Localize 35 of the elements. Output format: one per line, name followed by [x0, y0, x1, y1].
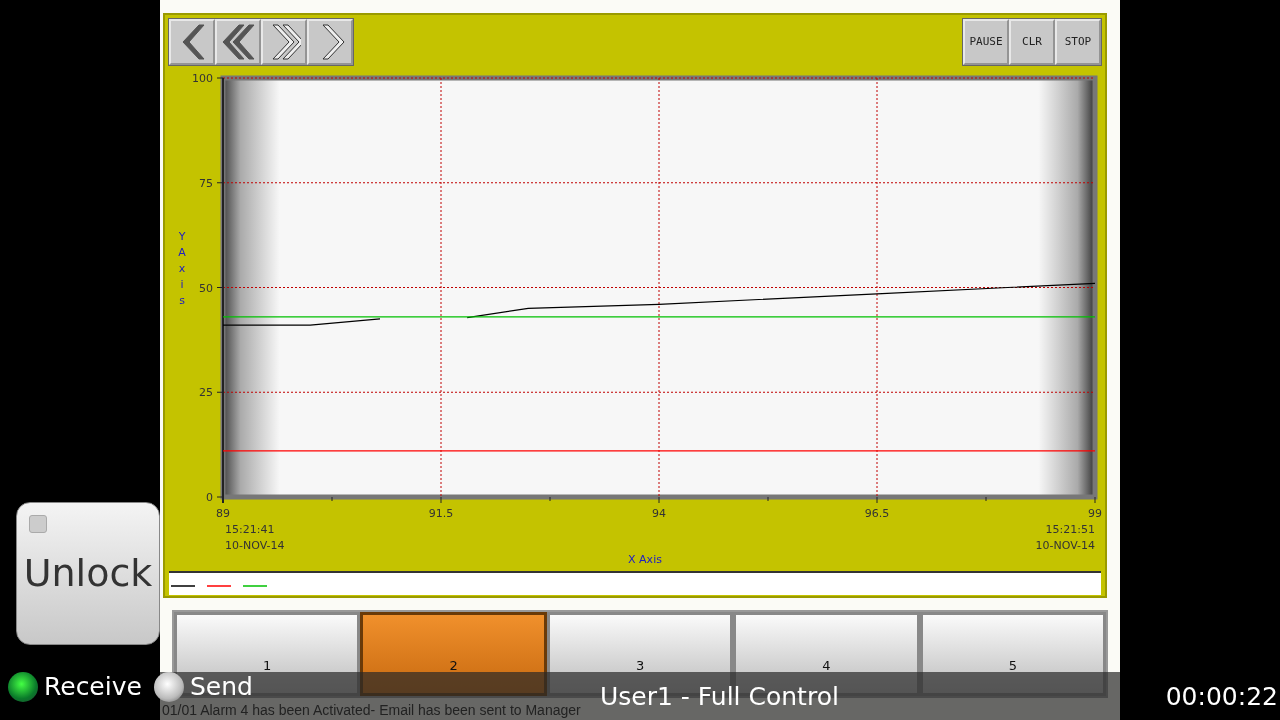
double-chevron-left-button[interactable] — [215, 19, 261, 65]
x-tick-label: 91.5 — [428, 507, 454, 520]
x-tick-label: 89 — [216, 507, 230, 520]
x-tick-label: 99 — [1088, 507, 1102, 520]
legend-swatch — [170, 584, 196, 587]
y-tick-label: 0 — [206, 491, 213, 504]
y-tick-label: 100 — [192, 72, 213, 85]
double-chevron-right-button[interactable] — [261, 19, 307, 65]
chevron-right-icon — [322, 24, 345, 60]
y-tick-label: 25 — [199, 386, 213, 400]
legend-swatch — [206, 584, 232, 587]
action-button[interactable]: PAUSE — [963, 19, 1009, 65]
y-tick-label: 75 — [199, 176, 213, 190]
action-button[interactable]: CLR — [1009, 19, 1055, 65]
indicator-label: Receive — [44, 673, 142, 701]
unlock-button[interactable]: Unlock — [16, 502, 160, 645]
action-button[interactable]: STOP — [1055, 19, 1101, 65]
time-label: 15:21:41 — [225, 523, 275, 536]
chevron-left-icon — [182, 24, 205, 60]
date-label: 10-NOV-14 — [225, 539, 285, 552]
y-axis-title: Y Axis — [178, 230, 186, 307]
indicator-square-icon — [29, 515, 47, 533]
x-tick-label: 96.5 — [864, 507, 890, 520]
chevron-right-button[interactable] — [307, 19, 353, 65]
chevron-left-icon — [222, 24, 255, 60]
chevron-right-icon — [272, 24, 301, 60]
alarm-message: 01/01 Alarm 4 has been Activated- Email has been sent to Manager — [162, 702, 581, 718]
x-tick-label: 94 — [652, 507, 666, 520]
legend-swatch — [242, 584, 268, 587]
timer-label: 00:00:22 — [1165, 683, 1278, 711]
chevron-left-button[interactable] — [169, 19, 215, 65]
x-axis-title: X Axis — [628, 553, 662, 566]
time-label: 15:21:51 — [1045, 523, 1095, 536]
y-tick-label: 50 — [199, 281, 213, 295]
date-label: 10-NOV-14 — [1035, 539, 1095, 552]
